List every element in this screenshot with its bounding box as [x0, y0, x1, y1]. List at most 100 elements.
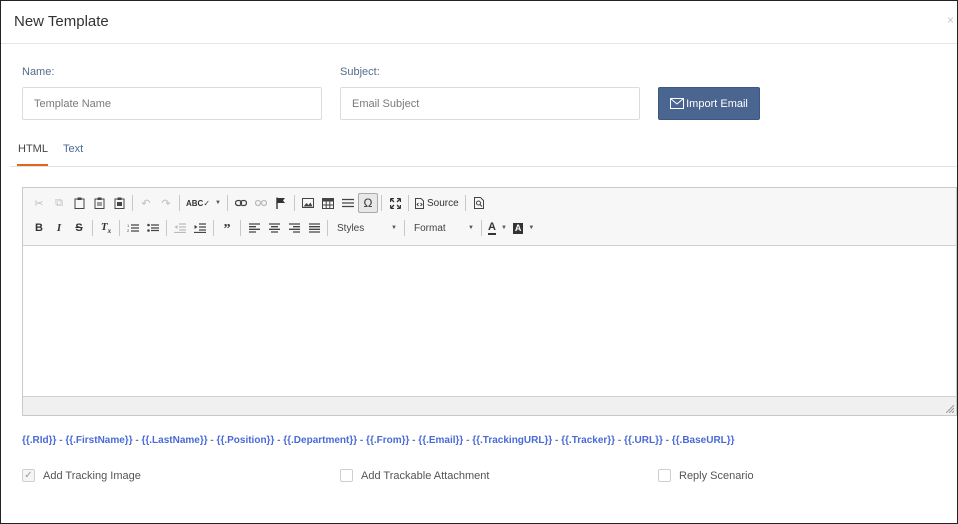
envelope-icon [670, 98, 685, 109]
variable-separator: - [615, 435, 624, 446]
editor-toolbar: ✂ ⧉ ↶ ↷ ABC✓ ▼ Ω Source B I S Tx 1 2 ” S… [23, 188, 956, 246]
format-dropdown[interactable]: Format ▼ [408, 218, 478, 238]
toolbar-row-2: B I S Tx 12 ” Styles ▼ Format ▼ A ▼ A ▼ [29, 218, 537, 238]
variable-separator: - [56, 435, 66, 446]
name-label: Name: [22, 66, 55, 78]
variable-separator: - [662, 435, 672, 446]
toolbar-separator [381, 195, 382, 211]
subject-label: Subject: [340, 66, 380, 78]
horizontal-rule-icon[interactable] [338, 193, 358, 213]
template-variable: {{.FirstName}} [65, 435, 133, 446]
toolbar-separator [166, 220, 167, 236]
template-variable: {{.Position}} [216, 435, 275, 446]
blockquote-icon[interactable]: ” [217, 218, 237, 238]
tracking-image-checkbox[interactable]: ✓ [22, 469, 35, 482]
header-divider [1, 43, 957, 44]
option-reply-scenario[interactable]: Reply Scenario [658, 469, 754, 482]
toolbar-separator [213, 220, 214, 236]
toolbar-separator [227, 195, 228, 211]
align-center-icon[interactable] [264, 218, 284, 238]
source-button[interactable]: Source [412, 193, 462, 213]
indent-icon[interactable] [190, 218, 210, 238]
trackable-attachment-checkbox[interactable] [340, 469, 353, 482]
toolbar-separator [294, 195, 295, 211]
special-char-icon[interactable]: Ω [358, 193, 378, 213]
align-left-icon[interactable] [244, 218, 264, 238]
table-icon[interactable] [318, 193, 338, 213]
editor-status-bar [23, 396, 956, 415]
paste-icon[interactable] [69, 193, 89, 213]
numbered-list-icon[interactable]: 12 [123, 218, 143, 238]
background-color-icon[interactable]: A ▼ [510, 218, 537, 238]
email-subject-input[interactable] [340, 87, 640, 120]
align-right-icon[interactable] [284, 218, 304, 238]
variable-separator: - [274, 435, 284, 446]
modal-title: New Template [14, 13, 109, 30]
maximize-icon[interactable] [385, 193, 405, 213]
preview-icon[interactable] [469, 193, 489, 213]
chevron-down-icon: ▼ [391, 225, 397, 231]
resize-handle-icon[interactable] [946, 405, 954, 413]
tab-html[interactable]: HTML [18, 143, 48, 155]
copy-icon[interactable]: ⧉ [49, 193, 69, 213]
variable-separator: - [132, 435, 142, 446]
bulleted-list-icon[interactable] [143, 218, 163, 238]
template-variable: {{.Email}} [418, 435, 464, 446]
source-label: Source [427, 197, 459, 209]
chevron-down-icon: ▼ [468, 225, 474, 231]
redo-icon[interactable]: ↷ [156, 193, 176, 213]
svg-text:2: 2 [127, 228, 130, 233]
cut-icon[interactable]: ✂ [29, 193, 49, 213]
outdent-icon[interactable] [170, 218, 190, 238]
trackable-attachment-label: Add Trackable Attachment [361, 469, 490, 482]
import-email-button[interactable]: Import Email [658, 87, 760, 120]
reply-scenario-label: Reply Scenario [679, 469, 754, 482]
toolbar-row-1: ✂ ⧉ ↶ ↷ ABC✓ ▼ Ω Source [29, 193, 489, 213]
unlink-icon[interactable] [251, 193, 271, 213]
undo-icon[interactable]: ↶ [136, 193, 156, 213]
toolbar-separator [481, 220, 482, 236]
variable-separator: - [463, 435, 473, 446]
template-variable: {{.BaseURL}} [671, 435, 735, 446]
toolbar-separator [404, 220, 405, 236]
template-variable: {{.TrackingURL}} [472, 435, 553, 446]
template-variables: {{.RId}} - {{.FirstName}} - {{.LastName}… [22, 435, 735, 446]
toolbar-separator [92, 220, 93, 236]
toolbar-separator [408, 195, 409, 211]
remove-format-icon[interactable]: Tx [96, 218, 116, 238]
spellcheck-icon[interactable]: ABC✓ ▼ [183, 193, 224, 213]
template-name-input[interactable] [22, 87, 322, 120]
editor-content-area[interactable] [23, 246, 956, 396]
reply-scenario-checkbox[interactable] [658, 469, 671, 482]
tab-text[interactable]: Text [63, 143, 83, 155]
text-color-icon[interactable]: A ▼ [485, 218, 510, 238]
option-trackable-attachment[interactable]: Add Trackable Attachment [340, 469, 489, 482]
toolbar-separator [464, 195, 466, 211]
close-icon[interactable]: × [947, 13, 954, 27]
option-tracking-image[interactable]: ✓ Add Tracking Image [22, 469, 141, 482]
tab-divider [10, 166, 957, 167]
template-variable: {{.From}} [366, 435, 410, 446]
template-variable: {{.LastName}} [141, 435, 208, 446]
image-icon[interactable] [298, 193, 318, 213]
strike-icon[interactable]: S [69, 218, 89, 238]
format-label: Format [414, 222, 446, 234]
anchor-icon[interactable] [271, 193, 291, 213]
rich-text-editor: ✂ ⧉ ↶ ↷ ABC✓ ▼ Ω Source B I S Tx 1 2 ” S… [22, 187, 957, 416]
toolbar-separator [327, 220, 328, 236]
variable-separator: - [409, 435, 419, 446]
paste-text-icon[interactable] [89, 193, 109, 213]
italic-icon[interactable]: I [49, 218, 69, 238]
template-variable: {{.URL}} [623, 435, 663, 446]
toolbar-separator [119, 220, 120, 236]
styles-label: Styles [337, 222, 365, 234]
styles-dropdown[interactable]: Styles ▼ [331, 218, 401, 238]
new-template-modal: New Template × Name: Subject: Import Ema… [0, 0, 958, 524]
justify-icon[interactable] [304, 218, 324, 238]
variable-separator: - [207, 435, 217, 446]
bold-icon[interactable]: B [29, 218, 49, 238]
template-variable: {{.RId}} [22, 435, 57, 446]
paste-word-icon[interactable] [109, 193, 129, 213]
link-icon[interactable] [231, 193, 251, 213]
variable-separator: - [552, 435, 562, 446]
